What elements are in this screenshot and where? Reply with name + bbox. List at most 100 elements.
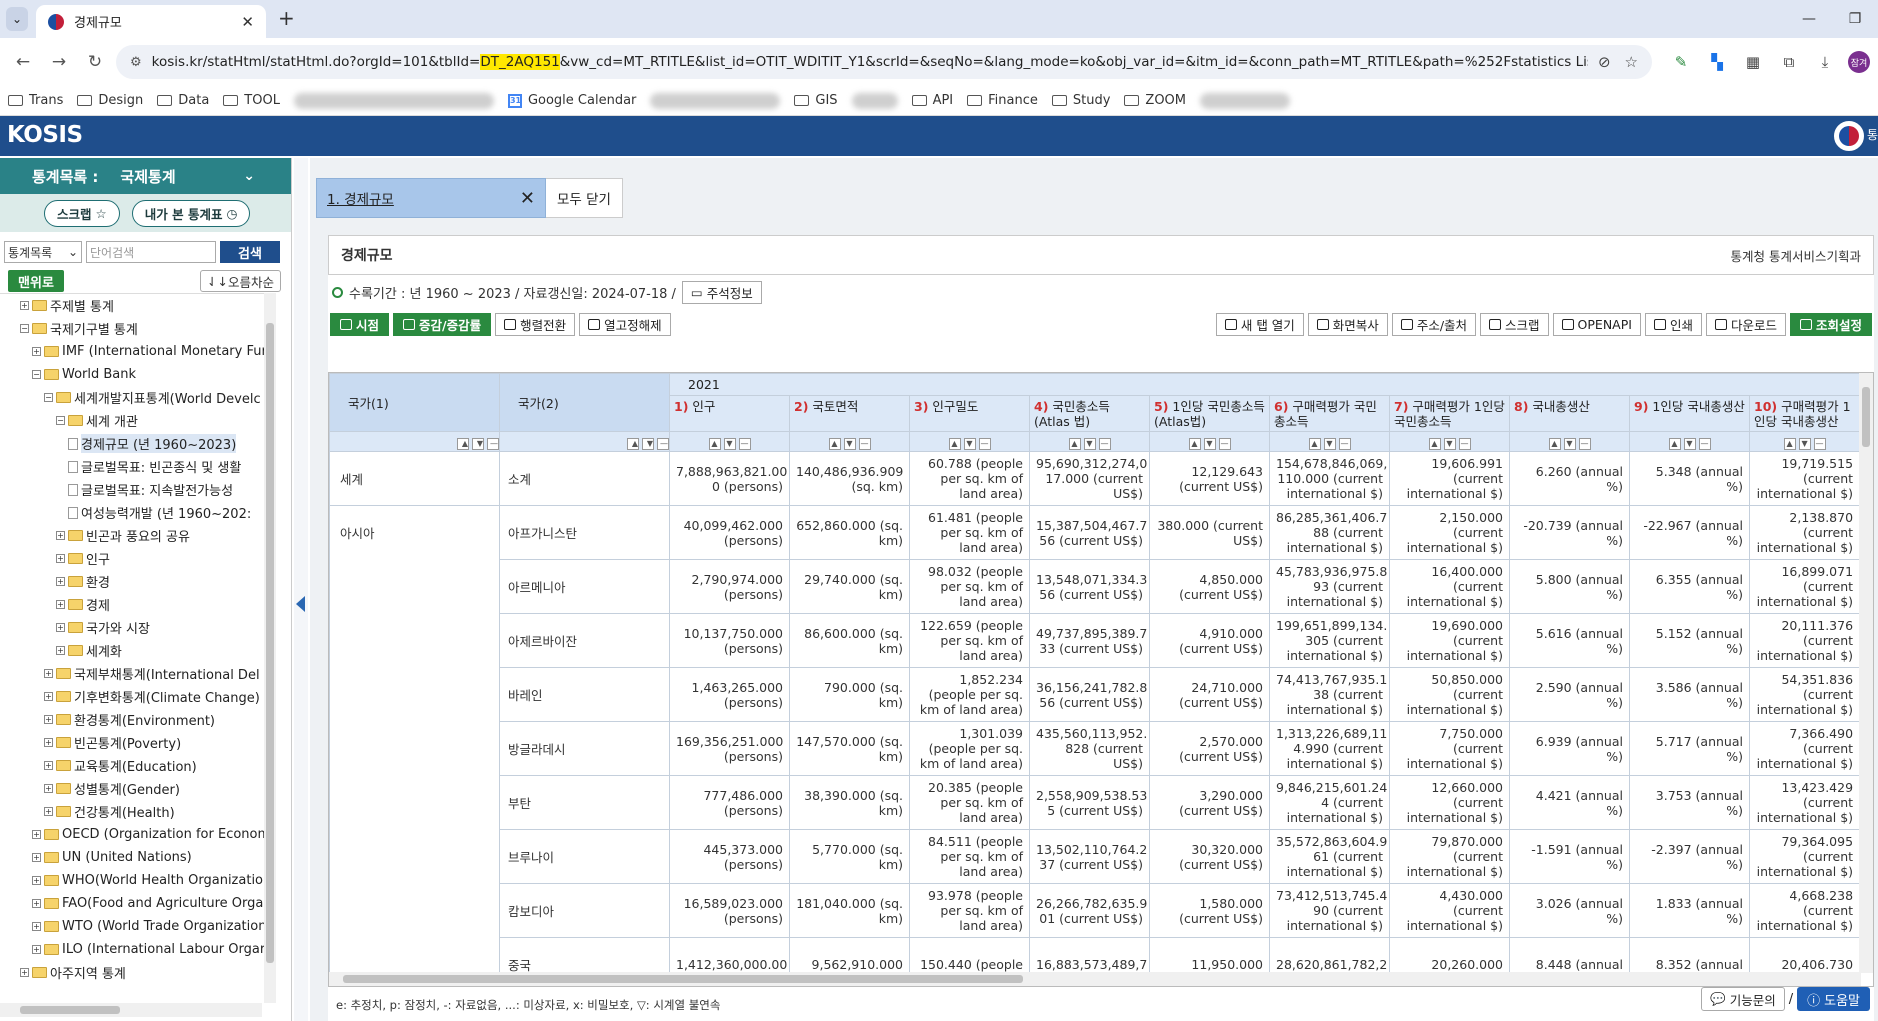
toolbar-button[interactable]: 시점 [330,312,390,336]
sort-down-icon[interactable]: ▼ [1563,437,1576,450]
remove-icon[interactable]: — [1098,437,1111,450]
bookmark-study[interactable]: Study [1051,93,1110,108]
search-scope-select[interactable]: 통계목록 ⌄ [4,241,82,263]
scrap-button[interactable]: 스크랩 ☆ [44,199,120,227]
expand-toggle-icon[interactable]: + [32,899,41,908]
restore-icon[interactable]: ❐ [1832,0,1878,38]
toolbar-button[interactable]: 증감/증감률 [393,312,492,336]
expand-toggle-icon[interactable]: + [20,968,29,977]
expand-toggle-icon[interactable]: + [32,922,41,931]
expand-toggle-icon[interactable]: + [20,301,29,310]
sort-down-icon[interactable]: ▼ [1083,437,1096,450]
tree-item[interactable]: − 세계 개관 [0,409,276,432]
download-icon[interactable]: ⤓ [1812,49,1838,75]
tab-search-chevron-icon[interactable]: ⌄ [6,7,28,31]
toolbar-button[interactable]: 조회설정 [1789,312,1872,336]
sort-up-icon[interactable]: ▲ [1308,437,1321,450]
remove-icon[interactable]: — [858,437,871,450]
tree-item[interactable]: + 인구 [0,547,276,570]
remove-icon[interactable]: — [1578,437,1591,450]
collapse-toggle-icon[interactable]: − [20,324,29,333]
remove-icon[interactable]: — [657,437,669,450]
help-button[interactable]: ⓘ 도움말 [1797,987,1870,1011]
toolbar-button[interactable]: 스크랩 [1480,312,1549,336]
bookmark-zoom[interactable]: ZOOM [1124,93,1186,108]
tree-item[interactable]: + 세계화 [0,639,276,662]
sort-up-icon[interactable]: ▲ [627,437,639,450]
tree-item[interactable]: − 세계개발지표통계(World Develc [0,386,276,409]
tree-item[interactable]: − 국제기구별 통계 [0,317,276,340]
bookmark-finance[interactable]: Finance [967,93,1038,108]
expand-toggle-icon[interactable]: + [44,761,53,770]
sort-up-icon[interactable]: ▲ [948,437,961,450]
sort-down-icon[interactable]: ▼ [1798,437,1811,450]
tree-item[interactable]: 글로벌목표: 빈곤종식 및 생활 [0,455,276,478]
remove-icon[interactable]: — [1698,437,1711,450]
expand-toggle-icon[interactable]: + [32,347,41,356]
sort-down-icon[interactable]: ▼ [642,437,654,450]
tree-item[interactable]: + IMF (International Monetary Fur [0,340,276,363]
grid-vertical-scrollbar[interactable] [1859,373,1873,973]
address-bar[interactable]: ⚙ kosis.kr/statHtml/statHtml.do?orgId=10… [116,45,1652,79]
expand-toggle-icon[interactable]: + [32,830,41,839]
sort-up-icon[interactable]: ▲ [708,437,721,450]
bookmark-google-calendar[interactable]: 31 Google Calendar [507,93,636,108]
tree-item[interactable]: 경제규모 (년 1960~2023) [0,432,276,455]
collapse-toggle-icon[interactable]: − [56,416,65,425]
tree-item[interactable]: 여성능력개발 (년 1960~202: [0,501,276,524]
expand-toggle-icon[interactable]: + [44,692,53,701]
search-input[interactable]: 단어검색 [86,241,216,263]
remove-icon[interactable]: — [738,437,751,450]
tree-item[interactable]: + UN (United Nations) [0,846,276,869]
sidebar-category[interactable]: 국제통계 [120,166,175,187]
sort-ascending-button[interactable]: ⇃↓ 오름차순 [200,270,281,292]
reload-icon[interactable]: ↻ [80,47,110,77]
sort-up-icon[interactable]: ▲ [457,437,469,450]
tree-item[interactable]: + 주제별 통계 [0,294,276,317]
back-arrow-icon[interactable]: ← [8,47,38,77]
tree-item[interactable]: + WTO (World Trade Organization [0,915,276,938]
tree-item[interactable]: + 교육통계(Education) [0,754,276,777]
expand-toggle-icon[interactable]: + [56,554,65,563]
remove-icon[interactable]: — [1338,437,1351,450]
expand-toggle-icon[interactable]: + [32,853,41,862]
tree-item[interactable]: + 기후변화통계(Climate Change) [0,685,276,708]
pen-extension-icon[interactable]: ✎ [1668,49,1694,75]
translate-extension-icon[interactable]: ▚ [1704,49,1730,75]
toolbar-button[interactable]: 열고정해제 [579,312,671,336]
sort-up-icon[interactable]: ▲ [1068,437,1081,450]
sort-down-icon[interactable]: ▼ [1683,437,1696,450]
tree-item[interactable]: + 환경통계(Environment) [0,708,276,731]
sort-up-icon[interactable]: ▲ [828,437,841,450]
sort-up-icon[interactable]: ▲ [1428,437,1441,450]
sort-down-icon[interactable]: ▼ [723,437,736,450]
sort-up-icon[interactable]: ▲ [1548,437,1561,450]
sidebar-collapse-handle[interactable] [294,158,308,1021]
tree-item[interactable]: + 성별통계(Gender) [0,777,276,800]
expand-toggle-icon[interactable]: + [56,577,65,586]
tree-item[interactable]: + 빈곤통계(Poverty) [0,731,276,754]
bookmark-data[interactable]: Data [157,93,209,108]
remove-icon[interactable]: — [1458,437,1471,450]
close-all-button[interactable]: 모두 닫기 [546,178,623,218]
tree-item[interactable]: + 경제 [0,593,276,616]
no-tracking-icon[interactable]: ⊘ [1598,53,1611,71]
remove-icon[interactable]: — [487,437,499,450]
forward-arrow-icon[interactable]: → [44,47,74,77]
toolbar-button[interactable]: OPENAPI [1552,312,1641,336]
expand-toggle-icon[interactable]: + [32,876,41,885]
expand-toggle-icon[interactable]: + [56,531,65,540]
expand-toggle-icon[interactable]: + [44,738,53,747]
collapse-toggle-icon[interactable]: − [32,370,41,379]
sort-down-icon[interactable]: ▼ [472,437,484,450]
extensions-puzzle-icon[interactable]: ⧉ [1776,49,1802,75]
remove-icon[interactable]: — [978,437,991,450]
expand-toggle-icon[interactable]: + [44,715,53,724]
chevron-down-icon[interactable]: ⌄ [243,168,255,184]
sort-down-icon[interactable]: ▼ [1323,437,1336,450]
expand-toggle-icon[interactable]: + [44,807,53,816]
search-button[interactable]: 검색 [220,241,280,263]
tree-item[interactable]: + FAO(Food and Agriculture Orgar [0,892,276,915]
expand-toggle-icon[interactable]: + [44,669,53,678]
tree-horizontal-scrollbar[interactable] [0,1003,262,1017]
